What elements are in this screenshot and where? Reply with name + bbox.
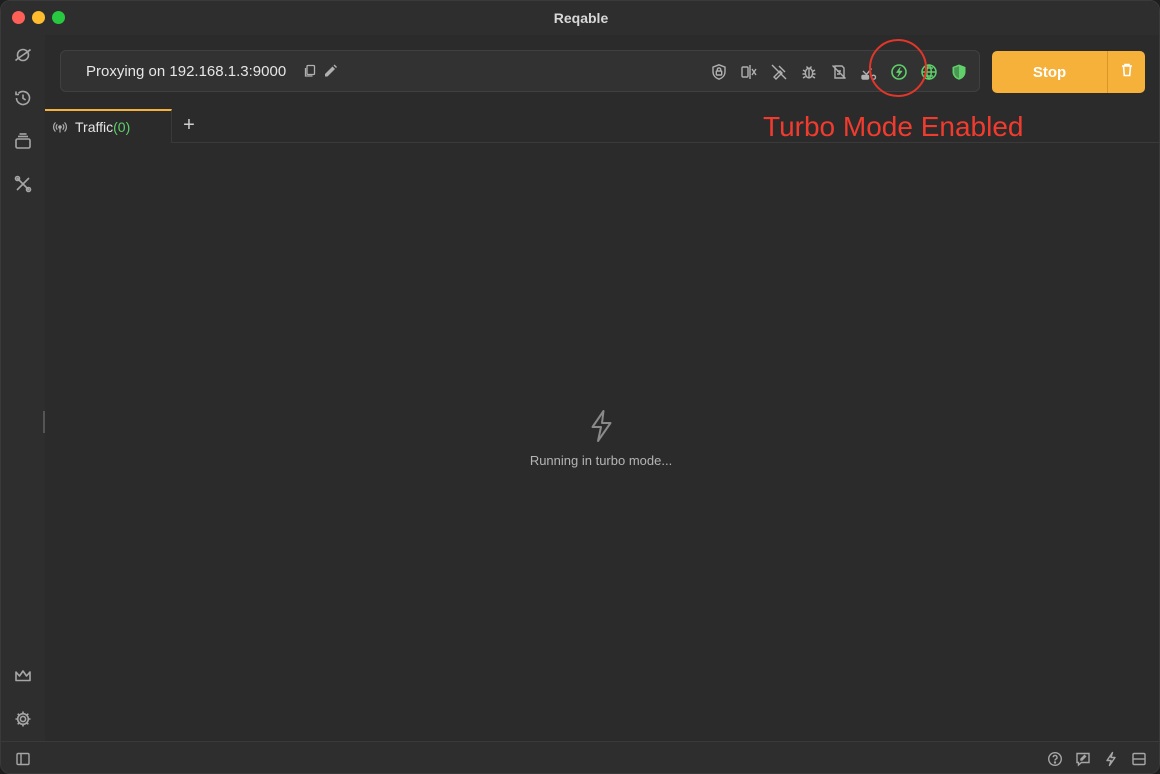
maximize-window-button[interactable] xyxy=(52,11,65,24)
crown-icon[interactable] xyxy=(12,665,34,687)
proxy-status-text: Proxying on 192.168.1.3:9000 xyxy=(86,63,287,80)
throttle-icon[interactable] xyxy=(739,62,759,82)
no-breakpoint-icon[interactable] xyxy=(769,62,789,82)
tab-traffic-label: Traffic xyxy=(75,119,114,135)
annotation-circle xyxy=(869,39,927,97)
clear-button[interactable] xyxy=(1107,51,1145,93)
history-icon[interactable] xyxy=(12,87,34,109)
tab-traffic[interactable]: Traffic(0) xyxy=(45,109,172,143)
toggle-sidebar-icon[interactable] xyxy=(15,751,31,767)
ssl-lock-icon[interactable] xyxy=(709,62,729,82)
stop-button[interactable]: Stop xyxy=(992,51,1107,93)
trash-icon xyxy=(1119,62,1135,83)
feedback-icon[interactable] xyxy=(1075,751,1091,767)
main-area: Proxying on 192.168.1.3:9000 Stop Traffi… xyxy=(45,35,1159,741)
app-window: Reqable Proxying on 192.168.1.3:9000 Sto… xyxy=(0,0,1160,774)
tools-icon[interactable] xyxy=(12,173,34,195)
tab-traffic-count: (0) xyxy=(113,119,131,135)
shield-icon[interactable] xyxy=(949,62,969,82)
rewrite-icon[interactable] xyxy=(829,62,849,82)
window-title: Reqable xyxy=(553,10,609,26)
turbo-annotation-label: Turbo Mode Enabled xyxy=(763,111,1024,142)
planet-icon[interactable] xyxy=(12,44,34,66)
status-bar xyxy=(1,741,1159,773)
close-window-button[interactable] xyxy=(12,11,25,24)
copy-icon[interactable] xyxy=(303,64,317,78)
proxy-status-bar: Proxying on 192.168.1.3:9000 xyxy=(60,50,980,92)
gear-icon[interactable] xyxy=(12,708,34,730)
left-sidebar xyxy=(1,35,45,741)
lightning-icon xyxy=(589,409,615,443)
debug-icon[interactable] xyxy=(799,62,819,82)
add-tab-button[interactable]: + xyxy=(180,115,198,135)
help-icon[interactable] xyxy=(1047,751,1063,767)
empty-state-message: Running in turbo mode... xyxy=(529,453,673,468)
edit-icon[interactable] xyxy=(323,63,338,78)
turbo-status-icon[interactable] xyxy=(1103,751,1119,767)
broadcast-icon xyxy=(53,120,67,134)
title-bar: Reqable xyxy=(1,1,1159,35)
layout-toggle-icon[interactable] xyxy=(1131,751,1147,767)
stack-icon[interactable] xyxy=(12,130,34,152)
minimize-window-button[interactable] xyxy=(32,11,45,24)
